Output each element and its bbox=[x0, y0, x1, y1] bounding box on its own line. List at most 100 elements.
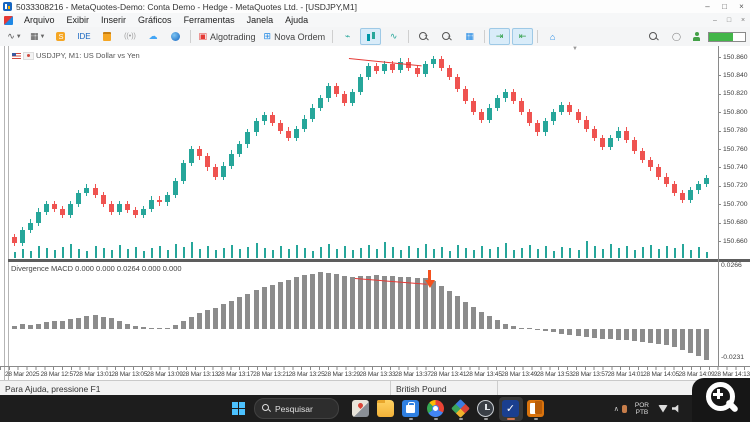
child-close-button[interactable]: × bbox=[736, 14, 750, 27]
pane-separator[interactable] bbox=[8, 259, 750, 262]
time-axis-label: 28 Mar 2025 bbox=[5, 371, 39, 378]
help-icon[interactable]: ◯ bbox=[666, 28, 687, 45]
candle-body bbox=[229, 154, 234, 166]
histogram-bar bbox=[149, 328, 154, 329]
price-axis-label: 150.680 bbox=[723, 219, 748, 226]
strategy-tester-button[interactable]: S bbox=[50, 28, 71, 45]
price-axis-label: 150.760 bbox=[723, 146, 748, 153]
volume-bar bbox=[545, 246, 547, 258]
nova-ordem-button[interactable]: ⊞Nova Ordem bbox=[261, 28, 329, 45]
taskbar-app-active-check[interactable]: ✓ bbox=[499, 397, 523, 421]
volume-bar bbox=[143, 251, 145, 258]
start-button[interactable] bbox=[232, 402, 246, 416]
signal-icon[interactable]: ((•)) bbox=[119, 28, 140, 45]
candle-body bbox=[455, 77, 460, 89]
close-button[interactable]: × bbox=[733, 1, 750, 13]
community-user-icon[interactable] bbox=[692, 32, 701, 41]
taskbar-app-chrome[interactable] bbox=[424, 397, 448, 421]
histogram-bar bbox=[640, 329, 645, 342]
cursor-tool-button[interactable]: ∿▼ bbox=[4, 28, 25, 45]
histogram-bar bbox=[567, 329, 572, 335]
volume-bar bbox=[239, 249, 241, 258]
volume-bar bbox=[569, 248, 571, 258]
home-button[interactable]: ⌂ bbox=[542, 28, 563, 45]
candle-body bbox=[600, 138, 605, 147]
status-help-text: Para Ajuda, pressione F1 bbox=[0, 381, 391, 396]
candle-body bbox=[576, 112, 581, 119]
histogram-bar bbox=[390, 276, 395, 329]
objects-tool-button[interactable]: ▦▼ bbox=[27, 28, 48, 45]
candlestick-chart-button[interactable] bbox=[360, 28, 381, 45]
menu-item-janela[interactable]: Janela bbox=[241, 13, 280, 27]
shift-end-button[interactable]: ⇥ bbox=[489, 28, 510, 45]
zoom-out-button[interactable]: − bbox=[436, 28, 457, 45]
child-restore-button[interactable]: □ bbox=[722, 14, 736, 27]
candle-body bbox=[503, 92, 508, 98]
volume-bar bbox=[626, 246, 628, 258]
line-chart-button[interactable]: ∿ bbox=[383, 28, 404, 45]
candle-body bbox=[302, 119, 307, 129]
auto-scroll-button[interactable]: ⇤ bbox=[512, 28, 533, 45]
taskbar-app-store[interactable] bbox=[399, 397, 423, 421]
taskbar-app-clock[interactable] bbox=[474, 397, 498, 421]
volume-bar bbox=[70, 244, 72, 258]
sell-arrow-icon bbox=[428, 270, 431, 280]
microphone-icon[interactable] bbox=[622, 405, 627, 413]
minimize-button[interactable]: – bbox=[699, 1, 716, 13]
menu-item-ferramentas[interactable]: Ferramentas bbox=[178, 13, 241, 27]
zoom-in-button[interactable]: + bbox=[413, 28, 434, 45]
volume-bar bbox=[344, 246, 346, 258]
market-globe-icon[interactable] bbox=[165, 28, 186, 45]
candle-body bbox=[640, 151, 645, 160]
histogram-bar bbox=[471, 307, 476, 329]
price-axis-tick bbox=[718, 204, 721, 205]
windows-taskbar: Pesquisar bbox=[0, 395, 750, 422]
histogram-bar bbox=[68, 319, 73, 329]
tray-overflow-icon[interactable]: ∧ bbox=[614, 405, 619, 413]
candle-body bbox=[439, 59, 444, 68]
volume-bar bbox=[634, 250, 636, 258]
price-axis-tick bbox=[718, 167, 721, 168]
menu-item-inserir[interactable]: Inserir bbox=[95, 13, 132, 27]
wifi-icon[interactable] bbox=[658, 405, 668, 413]
ide-button[interactable]: IDE bbox=[73, 28, 94, 45]
volume-bar bbox=[175, 244, 177, 258]
one-click-collapse-icon[interactable]: ▼ bbox=[572, 46, 578, 52]
taskbar-app-office[interactable] bbox=[524, 397, 548, 421]
histogram-bar bbox=[221, 304, 226, 329]
language-indicator[interactable]: PORPTB bbox=[635, 402, 649, 416]
menu-item-exibir[interactable]: Exibir bbox=[61, 13, 96, 27]
histogram-bar bbox=[133, 326, 138, 329]
menu-item-graficos[interactable]: Gráficos bbox=[132, 13, 178, 27]
search-icon[interactable] bbox=[643, 28, 664, 45]
price-axis-tick bbox=[718, 223, 721, 224]
volume-bar bbox=[658, 249, 660, 258]
taskbar-search[interactable]: Pesquisar bbox=[254, 398, 339, 419]
volume-bar bbox=[78, 249, 80, 258]
time-axis[interactable]: 28 Mar 202528 Mar 12:5728 Mar 13:0128 Ma… bbox=[0, 366, 750, 380]
candle-body bbox=[616, 131, 621, 138]
histogram-bar bbox=[519, 328, 524, 329]
child-minimize-button[interactable]: – bbox=[708, 14, 722, 27]
volume-bar bbox=[497, 247, 499, 258]
menu-item-ajuda[interactable]: Ajuda bbox=[279, 13, 314, 27]
histogram-bar bbox=[600, 329, 605, 339]
histogram-bar bbox=[382, 276, 387, 329]
chart-area[interactable]: USDJPY, M1: US Dollar vs Yen ▼ Divergenc… bbox=[0, 46, 750, 380]
tile-windows-button[interactable]: ▦ bbox=[459, 28, 480, 45]
status-bar: Para Ajuda, pressione F1 British Pound 2… bbox=[0, 380, 750, 396]
cloud-icon[interactable]: ☁ bbox=[142, 28, 163, 45]
check-app-icon: ✓ bbox=[502, 400, 519, 417]
taskbar-app-maps[interactable] bbox=[349, 397, 373, 421]
menu-item-arquivo[interactable]: Arquivo bbox=[18, 13, 61, 27]
algotrading-button[interactable]: ▣Algotrading bbox=[195, 28, 258, 45]
taskbar-app-explorer[interactable] bbox=[374, 397, 398, 421]
taskbar-app-diamond[interactable] bbox=[449, 397, 473, 421]
time-axis-label: 28 Mar 13:25 bbox=[289, 371, 325, 378]
lock-icon[interactable] bbox=[96, 28, 117, 45]
maximize-button[interactable]: □ bbox=[716, 1, 733, 13]
volume-icon[interactable] bbox=[672, 405, 681, 413]
volume-bar bbox=[231, 245, 233, 258]
tick-chart-button[interactable]: ⌁ bbox=[337, 28, 358, 45]
histogram-bar bbox=[616, 329, 621, 340]
